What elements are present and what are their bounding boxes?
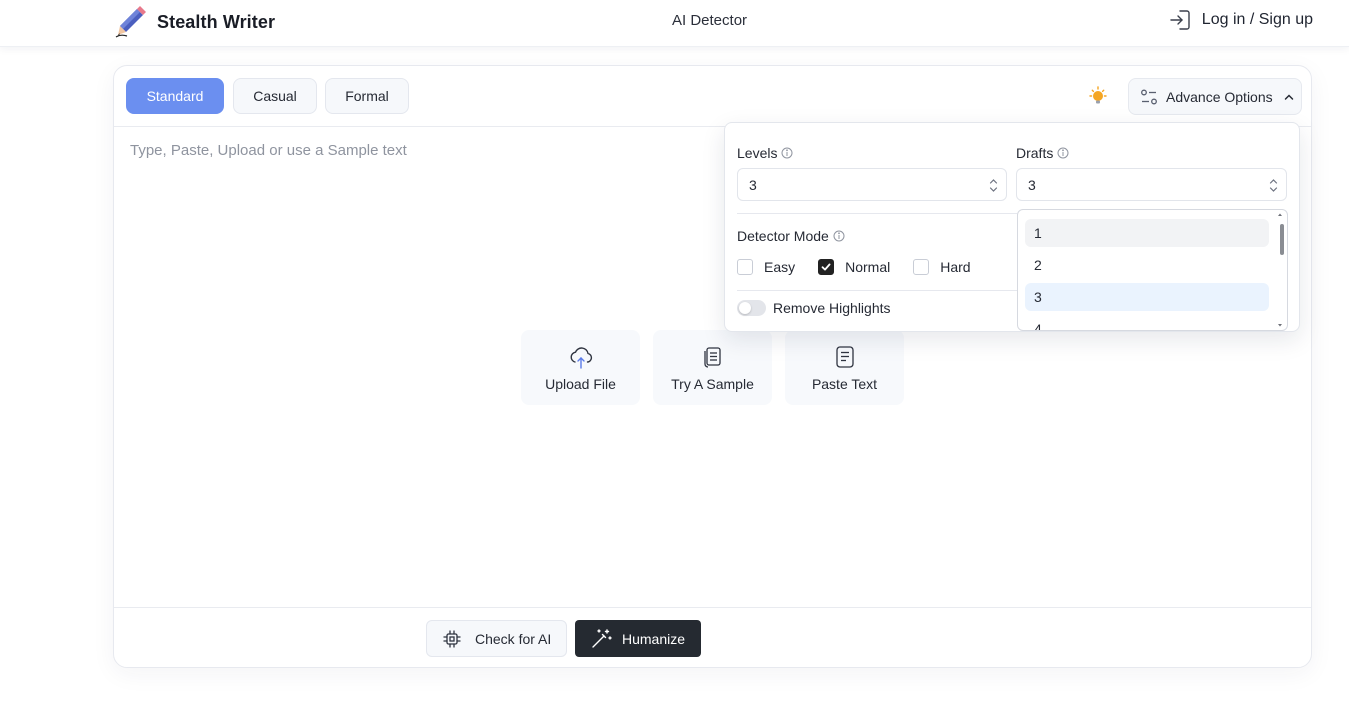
mode-casual-button[interactable]: Casual (233, 78, 317, 114)
toggle-knob (739, 302, 751, 314)
levels-label-group: Levels (737, 145, 793, 161)
login-label: Log in / Sign up (1201, 11, 1313, 28)
text-document-icon (835, 345, 854, 368)
hard-label: Hard (940, 259, 971, 275)
drafts-select[interactable]: 3 (1016, 168, 1287, 201)
magic-wand-icon (592, 628, 612, 648)
detector-mode-options: Easy Normal Hard (737, 259, 994, 275)
check-for-ai-button[interactable]: Check for AI (426, 620, 567, 657)
advance-options-panel: Levels 3 Drafts 3 Detector Mode Easy Nor… (724, 122, 1300, 332)
cloud-upload-icon (570, 346, 592, 369)
chip-icon (443, 629, 461, 648)
remove-highlights-row: Remove Highlights (737, 300, 891, 316)
levels-value: 3 (749, 176, 757, 193)
info-icon[interactable] (781, 147, 793, 159)
normal-label: Normal (845, 259, 891, 275)
advance-options-button[interactable]: Advance Options (1128, 78, 1302, 115)
paste-text-label: Paste Text (811, 375, 878, 392)
easy-label: Easy (764, 259, 796, 275)
drafts-options-list: 1 2 3 4 (1017, 209, 1288, 331)
drafts-label: Drafts (1016, 145, 1054, 161)
drafts-option[interactable]: 1 (1025, 219, 1269, 247)
hard-checkbox[interactable] (913, 259, 930, 275)
editor-footer: Check for AI Humanize (114, 607, 1311, 669)
upload-file-button[interactable]: Upload File (521, 330, 640, 405)
sliders-icon (1141, 89, 1157, 104)
paste-text-button[interactable]: Paste Text (785, 330, 904, 405)
remove-highlights-toggle[interactable] (737, 300, 766, 316)
login-icon (1170, 10, 1190, 30)
normal-checkbox[interactable] (818, 259, 835, 275)
drafts-option[interactable]: 4 (1025, 315, 1269, 330)
lightbulb-icon[interactable] (1086, 85, 1110, 109)
top-nav: Stealth Writer AI Detector Log in / Sign… (0, 0, 1349, 47)
advance-options-label: Advance Options (1166, 88, 1273, 105)
remove-highlights-label: Remove Highlights (773, 300, 891, 316)
editor-placeholder[interactable]: Type, Paste, Upload or use a Sample text (130, 142, 407, 159)
drafts-label-group: Drafts (1016, 145, 1069, 161)
drafts-option[interactable]: 3 (1025, 283, 1269, 311)
brand-name: Stealth Writer (157, 11, 276, 32)
check-for-ai-label: Check for AI (475, 630, 552, 647)
info-icon[interactable] (1057, 147, 1069, 159)
mode-standard-button[interactable]: Standard (126, 78, 224, 114)
divider (737, 290, 1017, 291)
levels-select[interactable]: 3 (737, 168, 1007, 201)
select-arrows-icon (1269, 179, 1278, 192)
divider (737, 213, 1017, 214)
humanize-button[interactable]: Humanize (575, 620, 701, 657)
scrollbar-thumb[interactable] (1280, 224, 1284, 255)
brand-logo[interactable]: Stealth Writer (113, 5, 275, 39)
nav-ai-detector-link[interactable]: AI Detector (672, 12, 747, 29)
mode-formal-button[interactable]: Formal (325, 78, 409, 114)
try-sample-button[interactable]: Try A Sample (653, 330, 772, 405)
input-actions: Upload File Try A Sample Paste Text (521, 330, 904, 405)
drafts-option[interactable]: 2 (1025, 251, 1269, 279)
chevron-up-icon (1284, 93, 1293, 100)
detector-mode-label-group: Detector Mode (737, 228, 845, 244)
levels-label: Levels (737, 145, 778, 161)
humanize-label: Humanize (622, 630, 686, 647)
drafts-value: 3 (1028, 176, 1036, 193)
pen-logo-icon (115, 6, 146, 38)
try-sample-label: Try A Sample (671, 375, 754, 392)
detector-mode-label: Detector Mode (737, 228, 829, 244)
login-signup-link[interactable]: Log in / Sign up (1169, 9, 1313, 31)
editor-toolbar: Standard Casual Formal Advance Options (114, 66, 1311, 127)
select-arrows-icon (989, 179, 998, 192)
check-icon (821, 263, 831, 271)
easy-checkbox[interactable] (737, 259, 753, 275)
documents-icon (703, 346, 721, 368)
upload-file-label: Upload File (545, 375, 616, 392)
info-icon[interactable] (833, 230, 845, 242)
